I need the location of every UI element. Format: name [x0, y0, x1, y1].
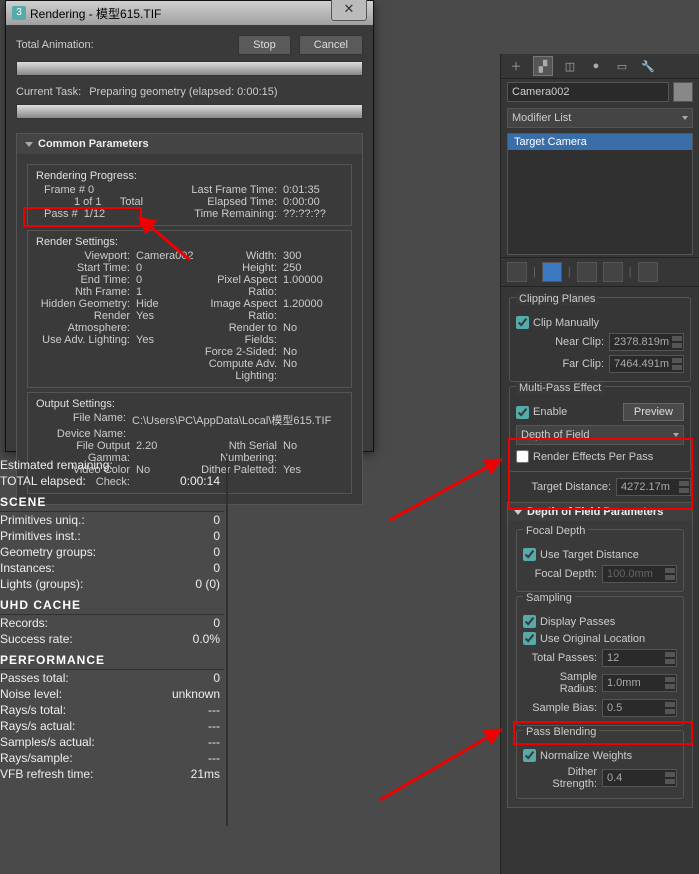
- use-target-distance-checkbox[interactable]: [523, 548, 536, 561]
- mpe-type-dropdown[interactable]: Depth of Field: [516, 425, 684, 445]
- annotation-arrow-3: [370, 700, 520, 810]
- dither-strength-spinner[interactable]: 0.4: [602, 769, 677, 787]
- modifier-stack[interactable]: Target Camera: [507, 133, 693, 255]
- display-icon[interactable]: ▭: [613, 57, 631, 75]
- total-animation-label: Total Animation:: [16, 39, 230, 51]
- app-icon: 3: [12, 6, 26, 20]
- object-name-input[interactable]: [507, 82, 669, 102]
- color-swatch[interactable]: [673, 82, 693, 102]
- target-distance-spinner[interactable]: 4272.17m: [616, 478, 691, 496]
- clip-manually-checkbox[interactable]: [516, 316, 529, 329]
- normalize-weights-checkbox[interactable]: [523, 749, 536, 762]
- modifier-list-dropdown[interactable]: Modifier List: [507, 108, 693, 128]
- far-clip-spinner[interactable]: 7464.491m: [609, 355, 684, 373]
- stack-toolbar: | | |: [501, 257, 699, 287]
- trash-icon[interactable]: [603, 262, 623, 282]
- use-original-location-checkbox[interactable]: [523, 632, 536, 645]
- chevron-down-icon: [673, 433, 679, 437]
- close-icon[interactable]: ✕: [331, 0, 367, 21]
- cancel-button[interactable]: Cancel: [299, 35, 363, 55]
- current-task-label: Current Task:: [16, 86, 81, 98]
- command-panel: ＋ ▞ ◫ ● ▭ 🔧 Modifier List Target Camera …: [500, 54, 699, 874]
- sample-radius-spinner[interactable]: 1.0mm: [602, 674, 677, 692]
- divider: [226, 456, 228, 826]
- common-parameters-header[interactable]: Common Parameters: [17, 134, 362, 154]
- preview-button[interactable]: Preview: [623, 403, 684, 421]
- current-task-value: Preparing geometry (elapsed: 0:00:15): [89, 86, 277, 98]
- rendering-progress-label: Rendering Progress:: [36, 170, 343, 182]
- plus-icon[interactable]: ＋: [507, 57, 525, 75]
- stats-panel: Estimated remaining: TOTAL elapsed:0:00:…: [0, 457, 224, 782]
- show-result-icon[interactable]: [542, 262, 562, 282]
- dialog-titlebar[interactable]: 3 Rendering - 模型615.TIF ✕: [6, 1, 373, 25]
- total-passes-spinner[interactable]: 12: [602, 649, 677, 667]
- sample-bias-spinner[interactable]: 0.5: [602, 699, 677, 717]
- chevron-down-icon: [682, 116, 688, 120]
- pin-icon[interactable]: [507, 262, 527, 282]
- stack-item-target-camera[interactable]: Target Camera: [508, 134, 692, 150]
- focal-depth-spinner: 100.0mm: [602, 565, 677, 583]
- output-settings-label: Output Settings:: [36, 398, 343, 410]
- command-tabs: ＋ ▞ ◫ ● ▭ 🔧: [501, 54, 699, 79]
- stop-button[interactable]: Stop: [238, 35, 291, 55]
- motion-icon[interactable]: ●: [587, 57, 605, 75]
- pass-row: Pass # 1/12: [44, 208, 183, 220]
- display-passes-checkbox[interactable]: [523, 615, 536, 628]
- current-task-progress: [16, 104, 363, 119]
- render-effects-per-pass-checkbox[interactable]: [516, 450, 529, 463]
- render-settings-label: Render Settings:: [36, 236, 343, 248]
- caret-icon: [514, 510, 522, 515]
- enable-mpe-checkbox[interactable]: [516, 406, 529, 419]
- utilities-icon[interactable]: 🔧: [639, 57, 657, 75]
- render-dialog: 3 Rendering - 模型615.TIF ✕ Total Animatio…: [5, 0, 374, 452]
- hierarchy-icon[interactable]: ◫: [561, 57, 579, 75]
- modify-icon[interactable]: ▞: [533, 56, 553, 76]
- dialog-title: Rendering - 模型615.TIF: [30, 5, 161, 22]
- caret-icon: [25, 142, 33, 147]
- total-animation-progress: [16, 61, 363, 76]
- near-clip-spinner[interactable]: 2378.819m: [609, 333, 684, 351]
- dof-rollout-header[interactable]: Depth of Field Parameters: [508, 503, 692, 521]
- annotation-arrow-2: [380, 450, 520, 530]
- unique-icon[interactable]: [577, 262, 597, 282]
- configure-icon[interactable]: [638, 262, 658, 282]
